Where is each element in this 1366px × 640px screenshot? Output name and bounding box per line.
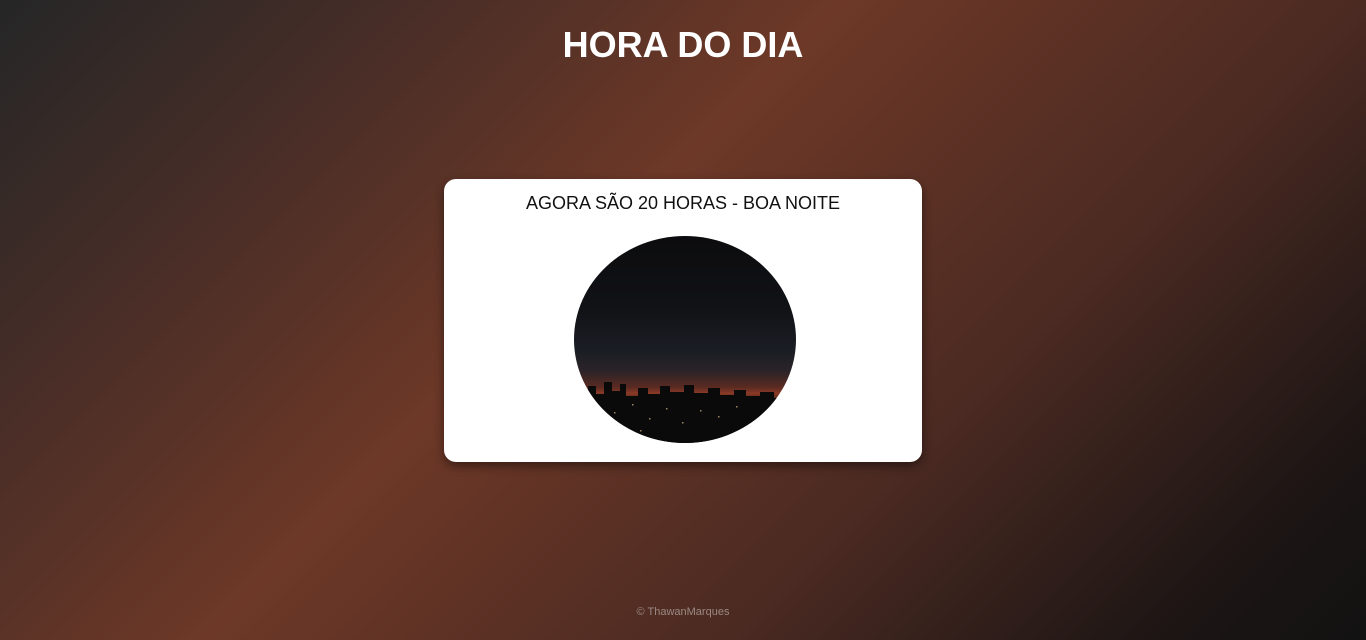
city-skyline-silhouette [574,382,796,443]
footer-copyright: © ThawanMarques [636,606,730,618]
night-time-image [574,236,796,443]
time-card: AGORA SÃO 20 HORAS - BOA NOITE [444,179,922,462]
time-greeting-message: AGORA SÃO 20 HORAS - BOA NOITE [525,193,841,213]
page-title: HORA DO DIA [562,24,804,65]
